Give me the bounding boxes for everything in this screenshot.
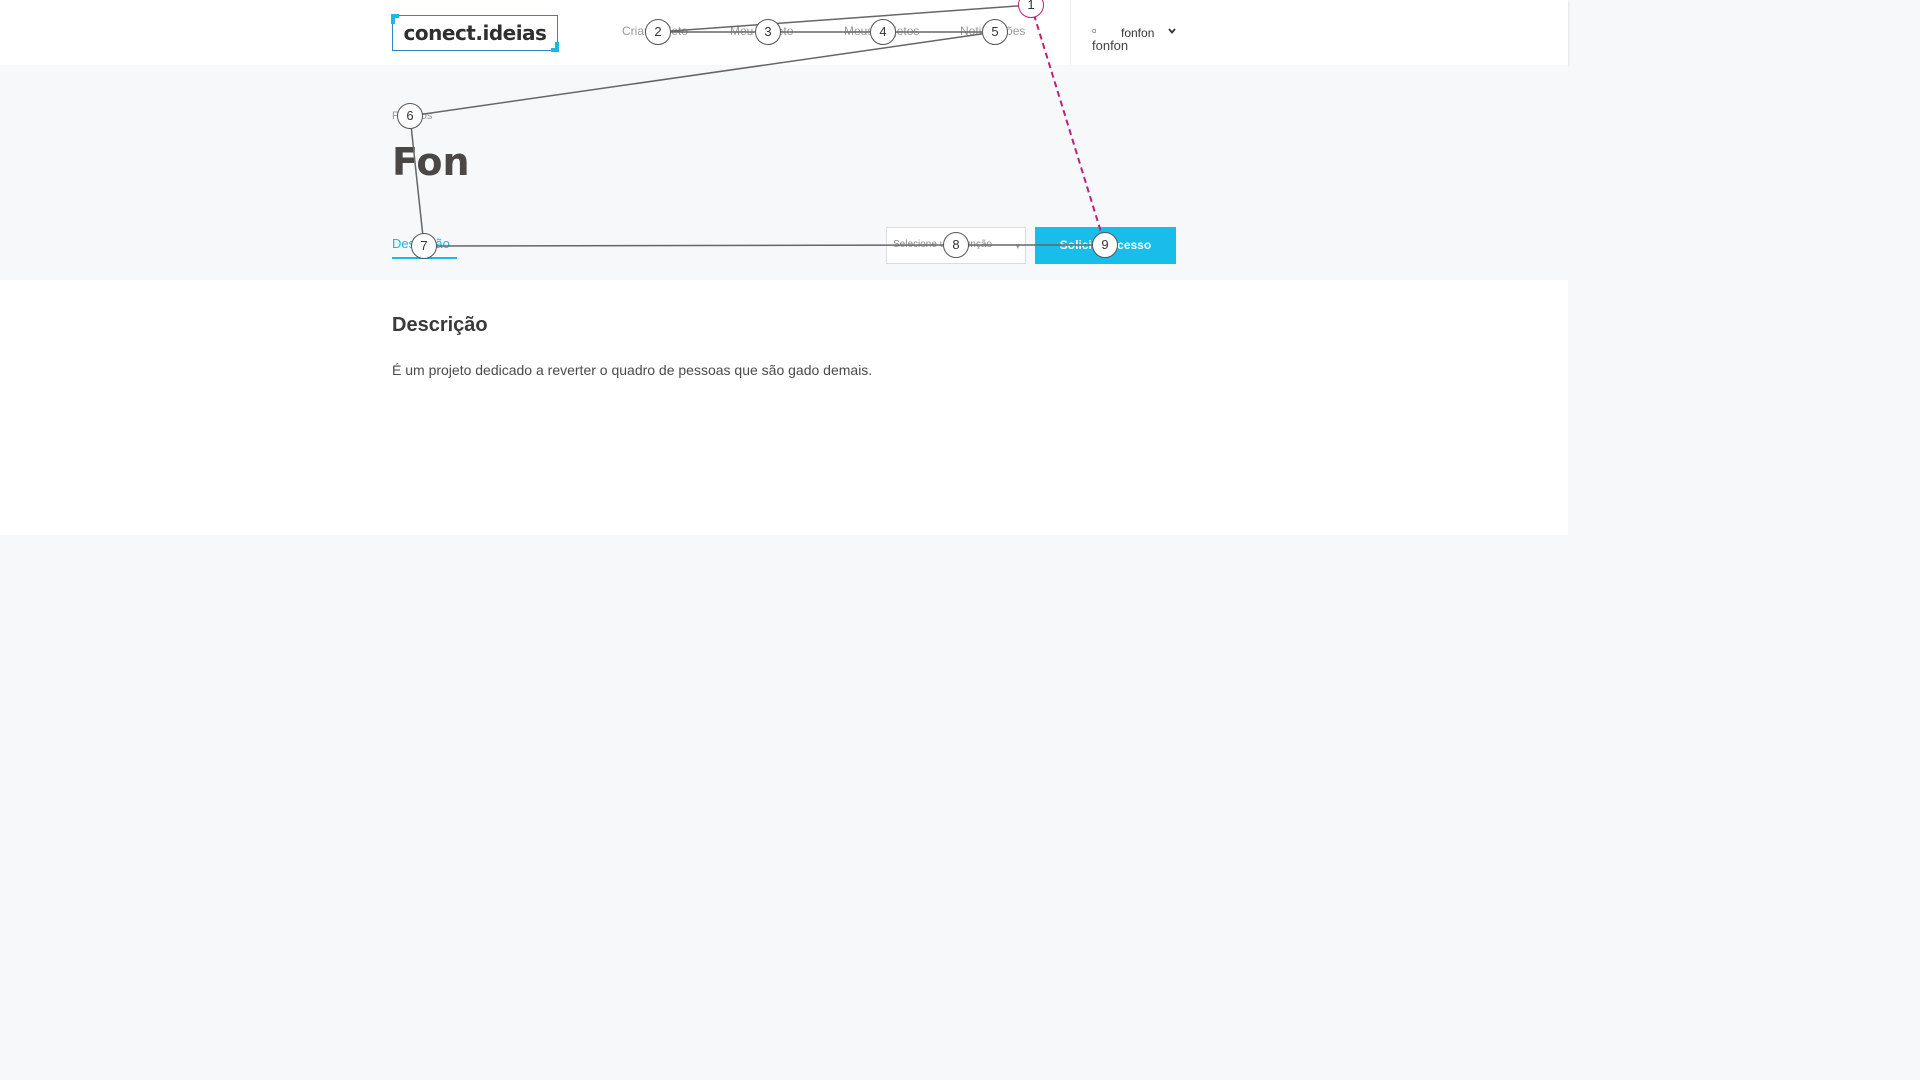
step-marker-9: 9 — [1092, 232, 1118, 258]
section-title: Descrição — [392, 314, 488, 336]
nav-divider — [1070, 0, 1071, 65]
section-description: É um projeto dedicado a reverter o quadr… — [392, 362, 873, 378]
chevron-down-icon[interactable] — [1167, 26, 1177, 36]
step-marker-8: 8 — [943, 232, 969, 258]
top-navigation-bar: conect.ideias Criar projeto Meu projeto … — [0, 0, 1568, 65]
page-title: Fon — [392, 140, 470, 184]
content-panel — [0, 280, 1568, 535]
project-header — [0, 65, 1568, 280]
step-marker-4: 4 — [870, 19, 896, 45]
logo-corner-top-left — [391, 14, 399, 24]
step-marker-2: 2 — [645, 19, 671, 45]
select-caret-icon: ▾ — [1015, 241, 1020, 251]
user-menu[interactable]: ▫ fonfon fonfon — [1092, 24, 1182, 54]
logo-text: conect.ideias — [403, 21, 547, 45]
step-marker-6: 6 — [397, 103, 423, 129]
step-marker-5: 5 — [982, 19, 1008, 45]
step-marker-3: 3 — [755, 19, 781, 45]
logo[interactable]: conect.ideias — [391, 14, 559, 52]
step-marker-7: 7 — [411, 233, 437, 259]
logo-corner-bottom-right — [551, 42, 559, 52]
avatar-broken-image-icon: ▫ — [1092, 23, 1097, 38]
avatar-alt-text: fonfon — [1092, 38, 1129, 53]
user-name[interactable]: fonfon — [1121, 26, 1154, 40]
